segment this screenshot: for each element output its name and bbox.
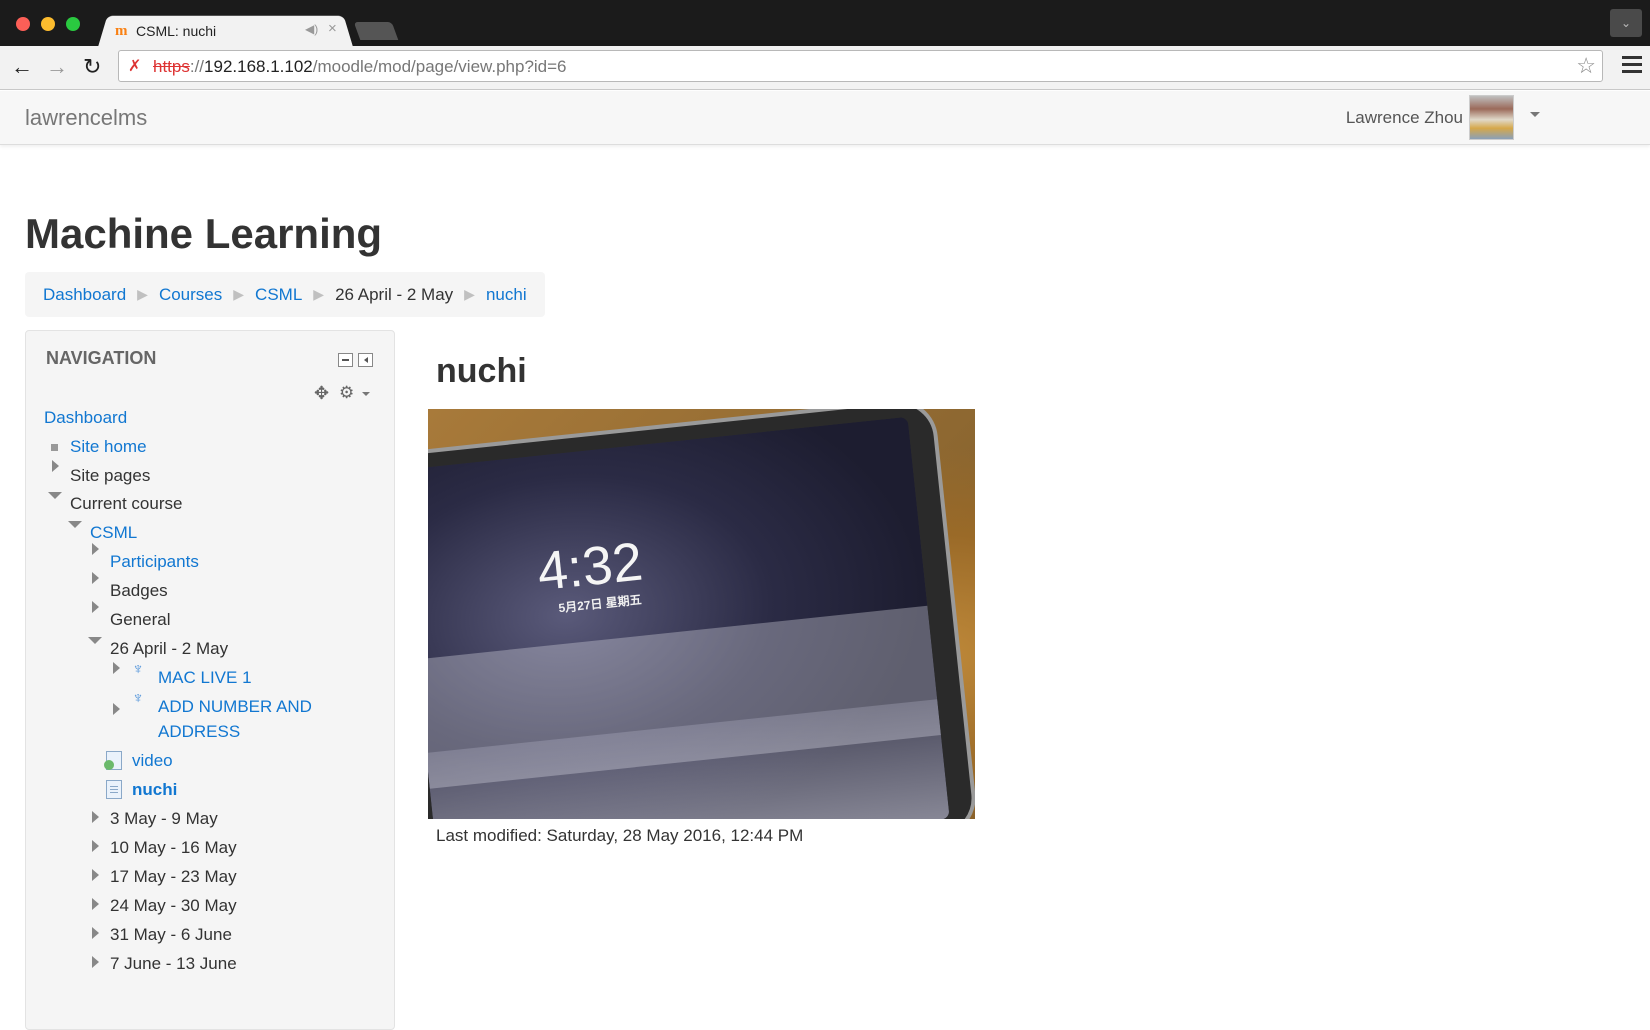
expand-arrow-icon[interactable] [92, 572, 99, 584]
nav-item-address[interactable]: ADDRESS [158, 722, 240, 742]
speaker-mute-icon[interactable]: ◀) [305, 22, 318, 36]
page-file-icon [106, 780, 122, 799]
site-brand[interactable]: lawrencelms [25, 105, 147, 131]
minimize-window-button[interactable] [41, 17, 55, 31]
course-title: Machine Learning [25, 210, 383, 257]
expand-arrow-icon[interactable] [92, 956, 99, 968]
collapse-arrow-icon[interactable] [48, 492, 62, 499]
nav-item-mac-live-1[interactable]: MAC LIVE 1 [158, 668, 252, 688]
expand-arrow-icon[interactable] [92, 898, 99, 910]
nav-item-section-may3[interactable]: 3 May - 9 May [110, 809, 218, 829]
last-modified: Last modified: Saturday, 28 May 2016, 12… [436, 826, 804, 845]
dock-block-icon[interactable] [358, 353, 373, 367]
tab-close-icon[interactable]: × [328, 20, 337, 37]
nav-item-general[interactable]: General [110, 610, 170, 630]
user-name[interactable]: Lawrence Zhou [1346, 108, 1463, 128]
lti-plug-icon: ♆ [132, 690, 144, 707]
page-photo: 4:32 5月27日 星期五 [428, 409, 975, 819]
address-bar[interactable]: ✗ https://192.168.1.102/moodle/mod/page/… [118, 50, 1603, 82]
url-text[interactable]: https://192.168.1.102/moodle/mod/page/vi… [153, 57, 567, 77]
page-heading: nuchi [436, 352, 527, 390]
url-separator: :// [189, 57, 205, 76]
breadcrumb-nuchi[interactable]: nuchi [486, 285, 527, 305]
profile-button[interactable]: ⌄ [1610, 9, 1642, 37]
nav-item-add-number[interactable]: ADD NUMBER AND [158, 697, 312, 717]
new-tab-button[interactable] [353, 22, 399, 40]
moodle-favicon-icon: m [115, 23, 128, 39]
lti-plug-icon: ♆ [132, 661, 144, 678]
expand-arrow-icon[interactable] [92, 543, 99, 555]
expand-arrow-icon[interactable] [92, 927, 99, 939]
expand-arrow-icon[interactable] [92, 840, 99, 852]
nav-item-section-apr26[interactable]: 26 April - 2 May [110, 639, 228, 659]
gear-icon[interactable]: ⚙ [339, 383, 354, 403]
maximize-window-button[interactable] [66, 17, 80, 31]
breadcrumb: Dashboard ▶ Courses ▶ CSML ▶ 26 April - … [25, 272, 545, 317]
nav-item-site-pages[interactable]: Site pages [70, 466, 150, 486]
expand-arrow-icon[interactable] [113, 662, 120, 674]
navigation-block: NAVIGATION ✥ ⚙ Dashboard Site home Site … [25, 330, 395, 1030]
insecure-lock-icon[interactable]: ✗ [128, 56, 141, 76]
nav-item-csml[interactable]: CSML [90, 523, 137, 543]
nav-item-site-home[interactable]: Site home [70, 437, 147, 457]
bullet-icon [51, 444, 58, 451]
url-path: /moodle/mod/page/view.php?id=6 [312, 57, 567, 76]
expand-arrow-icon[interactable] [113, 703, 120, 715]
bookmark-star-icon[interactable]: ☆ [1576, 53, 1596, 79]
browser-titlebar: m CSML: nuchi ◀) × ⌄ [0, 0, 1650, 47]
expand-arrow-icon[interactable] [52, 460, 59, 472]
nav-item-section-may17[interactable]: 17 May - 23 May [110, 867, 237, 887]
breadcrumb-separator-icon: ▶ [137, 286, 148, 302]
expand-arrow-icon[interactable] [92, 811, 99, 823]
nav-item-section-may31[interactable]: 31 May - 6 June [110, 925, 232, 945]
collapse-arrow-icon[interactable] [68, 521, 82, 528]
navigation-heading: NAVIGATION [46, 348, 157, 368]
breadcrumb-dashboard[interactable]: Dashboard [43, 285, 126, 305]
tab-title: CSML: nuchi [136, 23, 217, 39]
tablet-screen: 4:32 5月27日 星期五 [428, 416, 950, 819]
tab-label-group[interactable]: m CSML: nuchi [115, 21, 216, 41]
tablet-image: 4:32 5月27日 星期五 [428, 409, 975, 819]
nav-item-section-may24[interactable]: 24 May - 30 May [110, 896, 237, 916]
browser-menu-icon[interactable] [1622, 56, 1642, 77]
breadcrumb-courses[interactable]: Courses [159, 285, 222, 305]
breadcrumb-separator-icon: ▶ [233, 286, 245, 302]
browser-toolbar: ← → ↻ ✗ https://192.168.1.102/moodle/mod… [0, 46, 1650, 90]
move-icon[interactable]: ✥ [314, 383, 329, 404]
back-arrow-icon[interactable]: ← [11, 56, 33, 78]
expand-arrow-icon[interactable] [92, 601, 99, 613]
nav-item-section-may10[interactable]: 10 May - 16 May [110, 838, 237, 858]
nav-item-badges[interactable]: Badges [110, 581, 168, 601]
nav-item-participants[interactable]: Participants [110, 552, 199, 572]
url-host: 192.168.1.102 [204, 57, 313, 76]
gear-caret-icon[interactable] [362, 392, 370, 396]
collapse-block-icon[interactable] [338, 353, 353, 367]
expand-arrow-icon[interactable] [92, 869, 99, 881]
nav-item-nuchi[interactable]: nuchi [132, 780, 177, 800]
nav-item-current-course[interactable]: Current course [70, 494, 182, 514]
breadcrumb-section: 26 April - 2 May [335, 284, 454, 304]
video-file-icon [104, 751, 122, 770]
breadcrumb-separator-icon: ▶ [313, 286, 325, 302]
forward-arrow-icon[interactable]: → [46, 56, 68, 78]
reload-icon[interactable]: ↻ [83, 56, 101, 78]
url-scheme: https [153, 57, 190, 76]
nav-item-dashboard[interactable]: Dashboard [44, 408, 127, 428]
close-window-button[interactable] [16, 17, 30, 31]
user-menu-caret-icon[interactable] [1530, 112, 1540, 117]
nav-item-section-jun7[interactable]: 7 June - 13 June [110, 954, 237, 974]
breadcrumb-separator-icon: ▶ [464, 286, 475, 302]
site-header: lawrencelms Lawrence Zhou [0, 91, 1650, 145]
avatar[interactable] [1469, 95, 1514, 140]
nav-item-video[interactable]: video [132, 751, 173, 771]
breadcrumb-csml[interactable]: CSML [255, 285, 302, 305]
collapse-arrow-icon[interactable] [88, 637, 102, 644]
